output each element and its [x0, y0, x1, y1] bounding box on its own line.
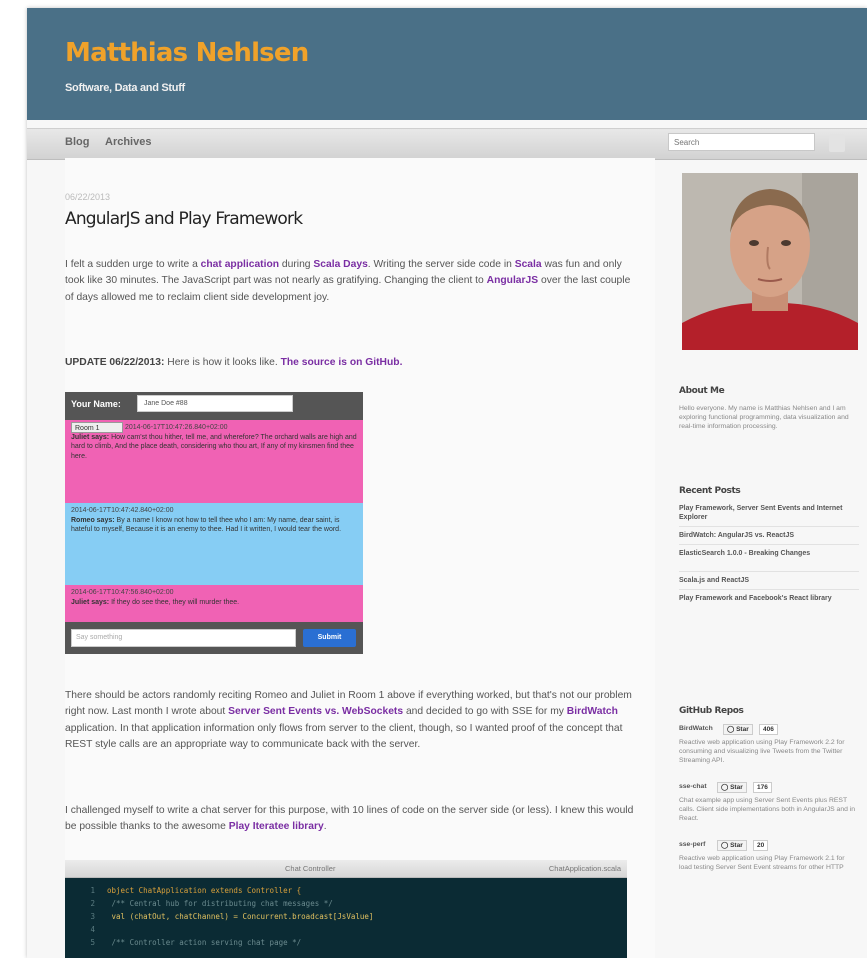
github-source-link[interactable]: The source is on GitHub.	[281, 357, 403, 368]
post-title[interactable]: AngularJS and Play Framework	[65, 209, 303, 229]
scala-days-link[interactable]: Scala Days	[313, 259, 367, 270]
recent-post-link[interactable]: Scala.js and ReactJS	[679, 576, 857, 585]
name-label: Your Name:	[71, 399, 121, 409]
nav-archives-link[interactable]: Archives	[105, 136, 151, 148]
main-content: 06/22/2013 AngularJS and Play Framework …	[65, 158, 655, 958]
recent-posts-heading: Recent Posts	[679, 486, 741, 496]
star-button[interactable]: ◯ Star	[717, 840, 747, 851]
scala-link[interactable]: Scala	[515, 259, 542, 270]
star-button[interactable]: ◯ Star	[723, 724, 753, 735]
post-date: 06/22/2013	[65, 192, 111, 202]
chat-demo-screenshot: Your Name: Jane Doe #88 Room 1 2014-06-1…	[65, 392, 363, 654]
divider	[679, 544, 859, 545]
code-line: 4	[90, 925, 95, 934]
github-star-icon: ◯	[721, 784, 729, 791]
search-icon[interactable]	[829, 134, 845, 152]
post-paragraph-1: I felt a sudden urge to write a chat app…	[65, 259, 631, 303]
code-text: /** Central hub for distributing chat me…	[107, 899, 333, 908]
play-iteratee-link[interactable]: Play Iteratee library	[229, 821, 324, 832]
chat-demo-header: Your Name: Jane Doe #88	[65, 392, 363, 420]
repo-description: Reactive web application using Play Fram…	[679, 855, 845, 872]
code-block: Chat Controller ChatApplication.scala 1o…	[65, 860, 627, 958]
site-title[interactable]: Matthias Nehlsen	[65, 38, 309, 68]
code-line: 5 /** Controller action serving chat pag…	[90, 938, 302, 947]
star-count[interactable]: 406	[759, 724, 778, 735]
say-something-input: Say something	[71, 629, 296, 647]
recent-post-link[interactable]: Play Framework, Server Sent Events and I…	[679, 504, 857, 523]
about-me-heading: About Me	[679, 386, 725, 396]
submit-button: Submit	[303, 629, 356, 647]
repo-description: Chat example app using Server Sent Event…	[679, 797, 856, 823]
chat-message: 2014-06-17T10:47:56.840+02:00 Juliet say…	[65, 585, 363, 622]
code-text: object ChatApplication extends Controlle…	[107, 886, 302, 895]
name-input: Jane Doe #88	[137, 395, 293, 412]
recent-post-link[interactable]: ElasticSearch 1.0.0 - Breaking Changes	[679, 549, 857, 558]
post-paragraph-3: There should be actors randomly reciting…	[65, 690, 632, 751]
repo-name[interactable]: sse-chat	[679, 783, 707, 790]
nav-blog-link[interactable]: Blog	[65, 136, 89, 148]
site-subtitle: Software, Data and Stuff	[65, 82, 185, 94]
post-paragraph-4: I challenged myself to write a chat serv…	[65, 805, 634, 833]
repo-description: Reactive web application using Play Fram…	[679, 739, 845, 765]
blog-page: Matthias Nehlsen Software, Data and Stuf…	[27, 8, 867, 958]
divider	[679, 589, 859, 590]
code-line: 1 object ChatApplication extends Controll…	[90, 886, 302, 895]
room-select: Room 1	[71, 422, 123, 433]
sse-vs-websockets-link[interactable]: Server Sent Events vs. WebSockets	[228, 706, 403, 717]
github-star-icon: ◯	[721, 842, 729, 849]
sidebar: About Me Hello everyone. My name is Matt…	[667, 158, 867, 958]
code-line: 2 /** Central hub for distributing chat …	[90, 899, 333, 908]
star-count[interactable]: 176	[753, 782, 772, 793]
code-line: 3 val (chatOut, chatChannel) = Concurren…	[90, 912, 374, 921]
divider	[679, 526, 859, 527]
repo-name[interactable]: BirdWatch	[679, 725, 713, 732]
author-photo	[682, 173, 858, 350]
nav-bar: Blog Archives	[27, 128, 867, 160]
angularjs-link[interactable]: AngularJS	[487, 275, 539, 286]
github-repos-heading: GitHub Repos	[679, 706, 744, 716]
chat-message: 2014-06-17T10:47:42.840+02:00 Romeo says…	[65, 503, 363, 585]
chat-application-link[interactable]: chat application	[201, 259, 279, 270]
star-count[interactable]: 20	[753, 840, 769, 851]
star-button[interactable]: ◯ Star	[717, 782, 747, 793]
recent-post-link[interactable]: BirdWatch: AngularJS vs. ReactJS	[679, 531, 857, 540]
repo-name[interactable]: sse-perf	[679, 841, 705, 848]
post-paragraph-update: UPDATE 06/22/2013: Here is how it looks …	[65, 357, 403, 368]
code-text: /** Controller action serving chat page …	[107, 938, 302, 947]
code-title: Chat Controller	[285, 864, 336, 873]
code-title-bar: Chat Controller ChatApplication.scala	[65, 860, 627, 878]
github-star-icon: ◯	[727, 726, 735, 733]
code-text: val (chatOut, chatChannel) = Concurrent.…	[107, 912, 374, 921]
chat-demo-footer: Say something Submit	[65, 622, 363, 654]
search-input[interactable]	[668, 133, 815, 151]
site-header: Matthias Nehlsen Software, Data and Stuf…	[27, 8, 867, 120]
divider	[679, 571, 859, 572]
recent-post-link[interactable]: Play Framework and Facebook's React libr…	[679, 594, 857, 603]
about-me-text: Hello everyone. My name is Matthias Nehl…	[679, 405, 849, 431]
birdwatch-link[interactable]: BirdWatch	[567, 706, 618, 717]
update-label: UPDATE 06/22/2013:	[65, 357, 165, 368]
code-file-link[interactable]: ChatApplication.scala	[549, 864, 621, 873]
